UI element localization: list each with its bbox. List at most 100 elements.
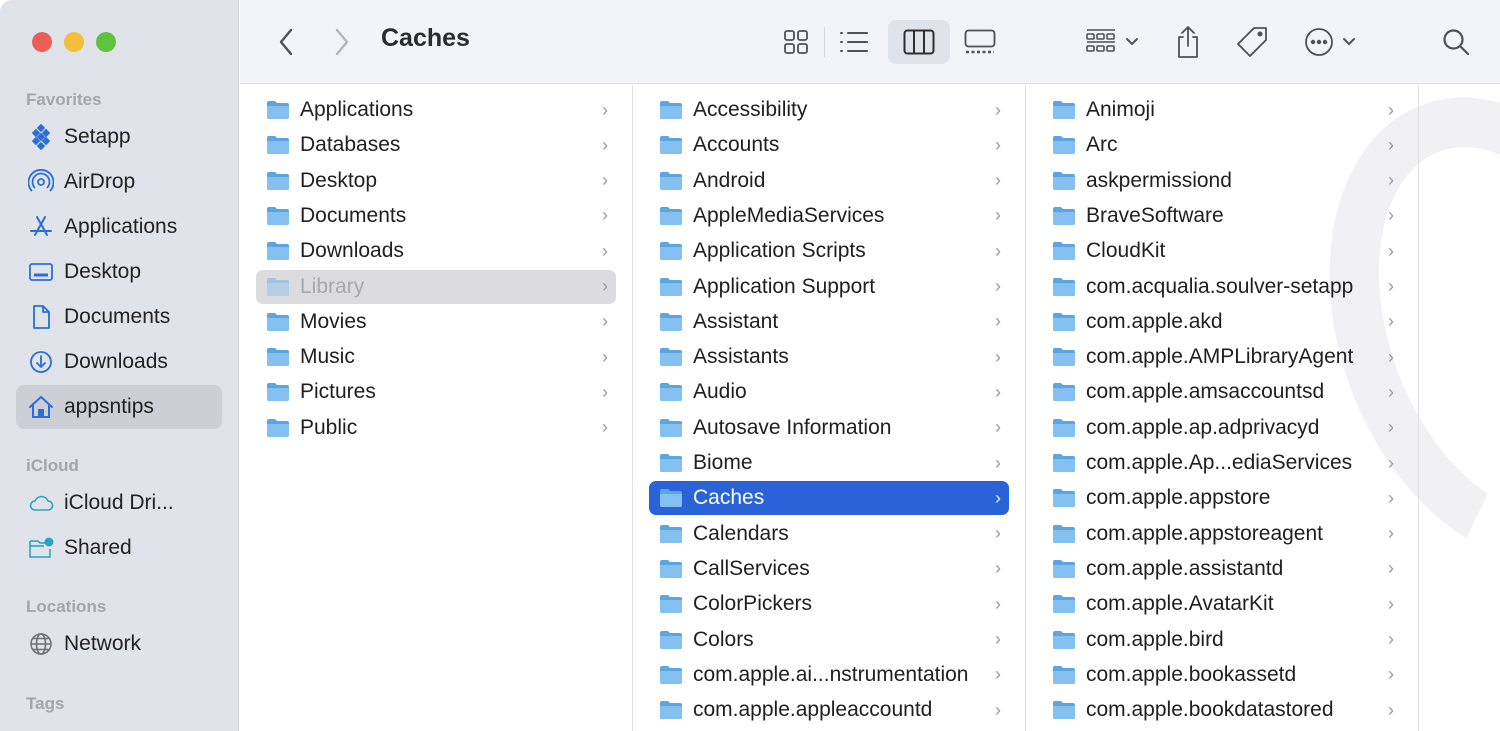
sidebar-item-icloud-drive[interactable]: iCloud Dri... xyxy=(16,481,222,525)
sidebar-item-network[interactable]: Network xyxy=(16,622,222,666)
folder-icon xyxy=(1053,348,1075,367)
forward-button[interactable] xyxy=(324,20,360,64)
chevron-right-icon: › xyxy=(995,205,1001,226)
folder-row[interactable]: Assistant › xyxy=(649,305,1009,339)
folder-row[interactable]: BraveSoftware › xyxy=(1042,199,1402,233)
folder-name: com.apple.bookassetd xyxy=(1086,662,1297,686)
folder-row[interactable]: com.apple.bookdatastored › xyxy=(1042,693,1402,727)
folder-name: Caches xyxy=(693,486,765,510)
folder-row[interactable]: com.apple.assistantd › xyxy=(1042,552,1402,586)
folder-icon xyxy=(1053,136,1075,155)
sidebar-item-setapp[interactable]: Setapp xyxy=(16,115,222,159)
more-actions-button[interactable] xyxy=(1300,20,1360,64)
folder-icon xyxy=(660,136,682,155)
folder-row-selected[interactable]: Caches › xyxy=(649,481,1009,516)
folder-row[interactable]: Pictures › xyxy=(256,375,616,409)
folder-icon xyxy=(660,101,682,119)
share-button[interactable] xyxy=(1168,20,1208,64)
folder-icon xyxy=(1053,701,1075,720)
chevron-right-icon: › xyxy=(995,629,1001,649)
folder-row[interactable]: com.apple.appstoreagent › xyxy=(1042,517,1402,551)
sidebar: Favorites Setapp AirDrop Applications De… xyxy=(0,0,239,731)
view-gallery-button[interactable] xyxy=(958,20,1002,64)
folder-row[interactable]: Application Support › xyxy=(649,270,1009,304)
folder-row[interactable]: Desktop › xyxy=(256,164,616,198)
folder-row[interactable]: com.acqualia.soulver-setapp › xyxy=(1042,270,1402,304)
folder-row[interactable]: Arc › xyxy=(1042,128,1402,162)
folder-row[interactable]: askpermissiond › xyxy=(1042,164,1402,198)
sidebar-item-desktop[interactable]: Desktop xyxy=(16,250,222,294)
folder-name: com.apple.ap.adprivacyd xyxy=(1086,415,1320,439)
folder-icon xyxy=(267,206,289,225)
chevron-right-icon: › xyxy=(1388,276,1394,296)
sidebar-item-applications[interactable]: Applications xyxy=(16,205,222,249)
sidebar-item-shared[interactable]: Shared xyxy=(16,526,222,570)
folder-name: Audio xyxy=(693,380,747,404)
sidebar-item-appsntips[interactable]: appsntips xyxy=(16,385,222,429)
sidebar-item-airdrop[interactable]: AirDrop xyxy=(16,160,222,204)
view-list-button[interactable] xyxy=(832,20,876,64)
close-window-button[interactable] xyxy=(32,32,52,52)
folder-row[interactable]: AppleMediaServices › xyxy=(649,199,1009,233)
folder-row[interactable]: Colors › xyxy=(649,623,1009,657)
folder-row[interactable]: Accounts › xyxy=(649,128,1009,162)
window-title: Caches xyxy=(381,24,470,52)
folder-icon xyxy=(1053,595,1075,614)
folder-icon xyxy=(267,348,289,367)
folder-row[interactable]: Application Scripts › xyxy=(649,234,1009,268)
view-icons-button[interactable] xyxy=(774,20,818,64)
folder-row[interactable]: com.apple.appleaccountd › xyxy=(649,693,1009,727)
folder-row[interactable]: Calendars › xyxy=(649,517,1009,551)
folder-row[interactable]: Biome › xyxy=(649,446,1009,480)
folder-row[interactable]: Databases › xyxy=(256,128,616,162)
folder-row[interactable]: Downloads › xyxy=(256,234,616,268)
folder-icon xyxy=(1053,454,1075,472)
group-by-button[interactable] xyxy=(1080,20,1144,64)
folder-row-selected[interactable]: Library › xyxy=(256,269,616,304)
list-icon xyxy=(840,32,868,52)
zoom-window-button[interactable] xyxy=(96,32,116,52)
folder-row[interactable]: com.apple.bird › xyxy=(1042,623,1402,657)
folder-row[interactable]: com.apple.amsaccountsd › xyxy=(1042,375,1402,409)
chevron-right-icon: › xyxy=(1388,381,1394,402)
folder-row[interactable]: com.apple.Ap...ediaServices › xyxy=(1042,446,1402,480)
folder-row[interactable]: Accessibility › xyxy=(649,93,1009,127)
folder-row[interactable]: Documents › xyxy=(256,199,616,233)
folder-icon xyxy=(660,630,682,649)
search-button[interactable] xyxy=(1436,20,1476,64)
chevron-right-icon: › xyxy=(1388,629,1394,649)
folder-row[interactable]: com.apple.akd › xyxy=(1042,305,1402,339)
view-columns-button[interactable] xyxy=(888,20,950,64)
folder-row[interactable]: com.apple.ai...nstrumentation › xyxy=(649,658,1009,692)
back-button[interactable] xyxy=(268,20,304,64)
folder-row[interactable]: ColorPickers › xyxy=(649,587,1009,621)
folder-icon xyxy=(660,171,682,190)
folder-row[interactable]: Android › xyxy=(649,164,1009,198)
folder-row[interactable]: CloudKit › xyxy=(1042,234,1402,268)
folder-row[interactable]: com.apple.AMPLibraryAgent › xyxy=(1042,340,1402,374)
folder-row[interactable]: Movies › xyxy=(256,305,616,339)
tag-button[interactable] xyxy=(1230,20,1274,64)
folder-icon xyxy=(1053,312,1075,331)
folder-row[interactable]: com.apple.appstore › xyxy=(1042,481,1402,515)
folder-row[interactable]: com.apple.ap.adprivacyd › xyxy=(1042,411,1402,445)
folder-row[interactable]: Public › xyxy=(256,411,616,445)
folder-row[interactable]: com.apple.bookassetd › xyxy=(1042,658,1402,692)
folder-icon xyxy=(660,242,682,261)
chevron-right-icon: › xyxy=(602,205,608,226)
folder-row[interactable]: Music › xyxy=(256,340,616,374)
folder-row[interactable]: Autosave Information › xyxy=(649,411,1009,445)
sidebar-item-documents[interactable]: Documents xyxy=(16,295,222,339)
chevron-right-icon xyxy=(335,28,349,56)
folder-name: com.apple.appstoreagent xyxy=(1086,521,1323,545)
column-home: Applications › Databases › Desktop › Doc… xyxy=(240,85,633,731)
folder-row[interactable]: CallServices › xyxy=(649,552,1009,586)
folder-row[interactable]: Assistants › xyxy=(649,340,1009,374)
folder-row[interactable]: Audio › xyxy=(649,375,1009,409)
folder-row[interactable]: Applications › xyxy=(256,93,616,127)
folder-row[interactable]: Animoji › xyxy=(1042,93,1402,127)
folder-row[interactable]: com.apple.AvatarKit › xyxy=(1042,587,1402,621)
minimize-window-button[interactable] xyxy=(64,32,84,52)
sidebar-item-downloads[interactable]: Downloads xyxy=(16,340,222,384)
sidebar-item-label: Setapp xyxy=(64,125,131,148)
